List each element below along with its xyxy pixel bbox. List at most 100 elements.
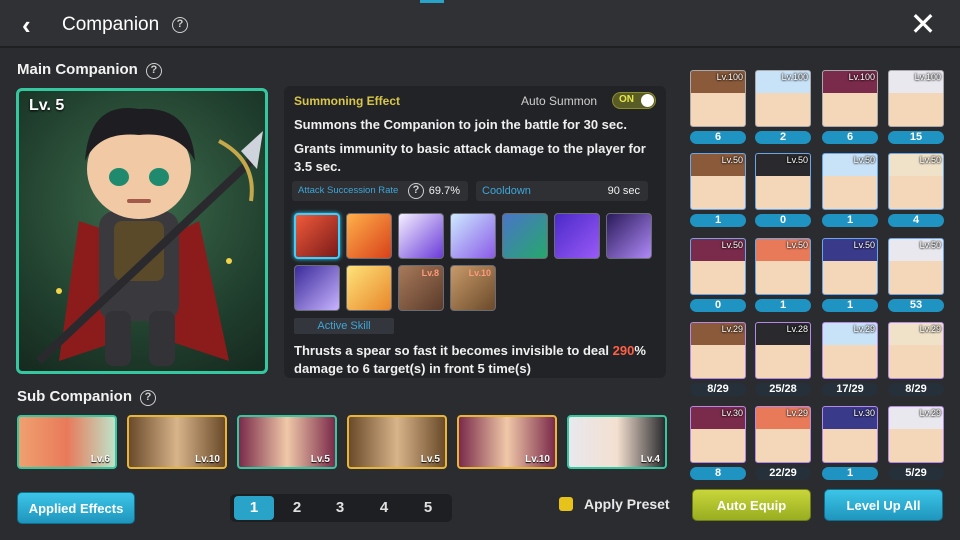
companion-count: 0 [690,299,746,312]
skill-icon-locked-2[interactable]: Lv.10 [450,265,496,311]
skill-icon-lightning[interactable] [606,213,652,259]
main-help-icon[interactable]: ? [145,63,162,79]
companion-count: 6 [822,131,878,144]
companion-card[interactable]: Lv.28 [755,322,811,379]
companion-count: 15 [888,131,944,144]
page-1-button[interactable]: 1 [234,496,274,520]
companion-count: 53 [888,299,944,312]
sub-companion-label-text: Sub Companion [17,388,132,405]
companion-card[interactable]: Lv.50 [690,238,746,295]
companion-card[interactable]: Lv.50 [690,153,746,210]
auto-summon-toggle[interactable]: ON [612,92,656,109]
sub-companion-slot-2[interactable]: Lv.10 [127,415,227,469]
companion-count: 4 [888,214,944,227]
attack-succession-value: 69.7% [428,185,460,197]
main-companion-portrait[interactable]: Lv. 5 [16,88,268,374]
skill-icon-spear-thrust[interactable] [294,213,340,259]
companion-level: Lv.100 [781,72,808,82]
page-title: Companion [62,14,160,35]
close-button[interactable]: ✕ [908,8,938,40]
companion-level: Lv.100 [914,72,941,82]
companion-count: 1 [690,214,746,227]
back-button[interactable]: ‹ [22,12,46,38]
companion-count: 0 [755,214,811,227]
effect-panel: Summoning Effect Auto Summon ON Summons … [284,86,666,378]
effect-line-1: Summons the Companion to join the battle… [294,117,627,132]
companion-card[interactable]: Lv.50 [755,238,811,295]
attack-help-icon[interactable]: ? [408,183,424,199]
companion-count: 2 [755,131,811,144]
sub-level: Lv.10 [525,454,550,465]
companion-count: 8/29 [888,383,944,396]
auto-summon-label: Auto Summon [521,94,598,108]
companion-count: 22/29 [755,467,811,480]
companion-card[interactable]: Lv.50 [822,238,878,295]
companion-level: Lv.50 [786,155,808,165]
skill-icon-aura[interactable] [450,213,496,259]
companion-count: 1 [755,299,811,312]
companion-card[interactable]: Lv.29 [755,406,811,463]
companion-card[interactable]: Lv.100 [690,70,746,127]
skill-description: Thrusts a spear so fast it becomes invis… [294,342,659,378]
sub-help-icon[interactable]: ? [140,390,156,406]
companion-card[interactable]: Lv.29 [690,322,746,379]
effect-line-2: Grants immunity to basic attack damage t… [294,141,646,174]
summoning-effect-title: Summoning Effect [294,94,401,108]
skill-icon-guard[interactable] [554,213,600,259]
sub-companion-slot-5[interactable]: Lv.10 [457,415,557,469]
applied-effects-button[interactable]: Applied Effects [17,492,135,524]
sub-companion-slot-4[interactable]: Lv.5 [347,415,447,469]
cooldown-label: Cooldown [482,185,531,197]
main-companion-label: Main Companion? [17,61,162,79]
companion-level: Lv.29 [919,324,941,334]
page-4-button[interactable]: 4 [364,496,404,520]
toggle-state: ON [619,94,634,105]
companion-card[interactable]: Lv.50 [888,153,944,210]
companion-card[interactable]: Lv.29 [822,322,878,379]
sub-companion-slot-3[interactable]: Lv.5 [237,415,337,469]
level-up-all-button[interactable]: Level Up All [824,489,943,521]
stat-row: Attack Succession Rate ? 69.7% Cooldown … [292,181,662,201]
skill-icon-web[interactable] [294,265,340,311]
skill-level-badge: Lv.10 [468,268,491,278]
companion-card[interactable]: Lv.29 [888,322,944,379]
sub-level: Lv.4 [640,454,660,465]
sub-companion-slot-1[interactable]: Lv.6 [17,415,117,469]
companion-card[interactable]: Lv.30 [690,406,746,463]
skill-icon-locked-1[interactable]: Lv.8 [398,265,444,311]
companion-count: 25/28 [755,383,811,396]
page-5-button[interactable]: 5 [408,496,448,520]
companion-count: 1 [822,299,878,312]
preset-pager: 1 2 3 4 5 [230,494,452,522]
page-3-button[interactable]: 3 [320,496,360,520]
companion-card[interactable]: Lv.50 [755,153,811,210]
apply-preset-label[interactable]: Apply Preset [584,496,670,512]
sub-companion-label: Sub Companion? [17,388,156,406]
companion-illustration [36,108,263,366]
companion-level: Lv.50 [853,240,875,250]
companion-card[interactable]: Lv.50 [822,153,878,210]
page-2-button[interactable]: 2 [277,496,317,520]
cooldown-value: 90 sec [607,185,640,197]
skill-icon-slash[interactable] [398,213,444,259]
companion-count: 1 [822,467,878,480]
active-skill-tag: Active Skill [294,318,394,334]
companion-card[interactable]: Lv.100 [888,70,944,127]
sub-level: Lv.6 [90,454,110,465]
apply-preset-checkbox[interactable] [559,497,573,511]
cooldown-stat: Cooldown 90 sec [476,181,648,201]
companion-card[interactable]: Lv.30 [822,406,878,463]
skill-icon-buff[interactable] [502,213,548,259]
auto-equip-button[interactable]: Auto Equip [692,489,811,521]
companion-card[interactable]: Lv.50 [888,238,944,295]
companion-card[interactable]: Lv.29 [888,406,944,463]
companion-level: Lv.50 [786,240,808,250]
top-accent [420,0,444,3]
companion-card[interactable]: Lv.100 [822,70,878,127]
sub-companion-slot-6[interactable]: Lv.4 [567,415,667,469]
companion-count: 8/29 [690,383,746,396]
companion-card[interactable]: Lv.100 [755,70,811,127]
skill-icon-flame[interactable] [346,213,392,259]
help-icon[interactable]: ? [172,17,188,33]
skill-icon-hourglass[interactable] [346,265,392,311]
